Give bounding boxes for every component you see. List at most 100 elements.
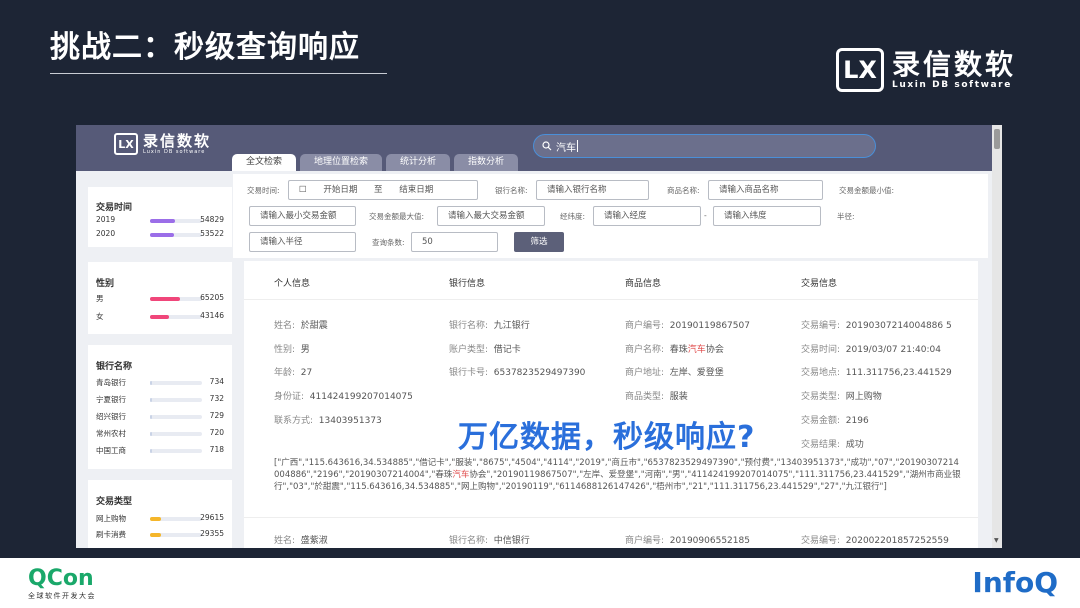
bank-name: 银行名称: 九江银行	[449, 321, 530, 331]
title-divider	[50, 73, 387, 74]
facet-row[interactable]: 2019 54829	[96, 215, 224, 226]
merchant-name: 商户名称: 春珠汽车协会	[625, 345, 724, 355]
facet-row[interactable]: 刷卡消费 29355	[96, 529, 224, 540]
facet-title: 交易时间	[96, 203, 133, 213]
facet-count: 734	[209, 377, 224, 386]
facet-label: 2020	[96, 229, 116, 238]
next-trade-no: 交易编号: 202002201857252559	[801, 536, 949, 546]
product-type: 商品类型: 服装	[625, 392, 688, 402]
radius-label: 半径:	[837, 212, 855, 221]
facet-bar-fill	[150, 432, 153, 436]
facet-bar	[150, 533, 202, 537]
tab-fulltext[interactable]: 全文检索	[232, 154, 297, 171]
product-input[interactable]: 请输入商品名称	[708, 180, 823, 200]
facet-label: 男	[96, 294, 104, 303]
filter-button[interactable]: 筛选	[514, 232, 564, 252]
text-caret	[577, 140, 578, 152]
count-input[interactable]: 50	[411, 232, 498, 252]
date-range-input[interactable]: ☐ 开始日期 至 结束日期	[288, 180, 478, 200]
facet-count: 718	[209, 445, 224, 454]
min-amount-input[interactable]: 请输入最小交易金额	[249, 206, 356, 226]
brand-subtitle: Luxin DB software	[892, 80, 1012, 90]
bank-card-no: 银行卡号: 6537823529497390	[449, 368, 586, 378]
max-amount-input[interactable]: 请输入最大交易金额	[437, 206, 545, 226]
facet-bar	[150, 315, 202, 319]
min-amount-label: 交易金额最小值:	[839, 186, 895, 195]
facet-count: 29615	[200, 513, 224, 522]
search-input[interactable]: 汽车	[533, 134, 876, 158]
scrollbar-thumb[interactable]	[994, 129, 1000, 149]
bank-input[interactable]: 请输入银行名称	[536, 180, 649, 200]
facet-bar-fill	[150, 449, 153, 453]
facet-row[interactable]: 宁夏银行 732	[96, 394, 224, 405]
facet-gender: 性别 男 65205 女 43146	[88, 262, 232, 334]
tab-stats[interactable]: 统计分析	[386, 154, 451, 171]
facet-count: 43146	[200, 311, 224, 320]
facet-bar-fill	[150, 517, 162, 521]
facet-label: 刷卡消费	[96, 530, 126, 539]
filter-panel: 交易时间: ☐ 开始日期 至 结束日期 银行名称: 请输入银行名称 商品名称: …	[233, 174, 988, 258]
search-icon	[542, 141, 552, 151]
start-date: 开始日期	[323, 185, 358, 195]
search-value: 汽车	[556, 142, 576, 154]
facet-row[interactable]: 2020 53522	[96, 229, 224, 240]
app-logo-subtitle: Luxin DB software	[143, 149, 206, 155]
facet-label: 青岛银行	[96, 378, 126, 387]
facet-label: 网上购物	[96, 514, 126, 523]
scroll-down-icon[interactable]: ▼	[994, 537, 999, 544]
facet-bar-fill	[150, 233, 174, 237]
tab-index[interactable]: 指数分析	[454, 154, 519, 171]
facet-row[interactable]: 绍兴银行 729	[96, 411, 224, 422]
app-screenshot: LX 录信数软 Luxin DB software 全文检索 地理位置检索 统计…	[76, 125, 1002, 548]
facet-count: 29355	[200, 529, 224, 538]
calendar-icon: ☐	[299, 185, 307, 195]
app-logo: LX 录信数软 Luxin DB software	[114, 133, 211, 155]
longitude-input[interactable]: 请输入经度	[593, 206, 701, 226]
tab-geo[interactable]: 地理位置检索	[300, 154, 383, 171]
header-bank: 银行信息	[449, 279, 486, 289]
facet-row[interactable]: 中国工商 718	[96, 445, 224, 456]
facet-bar-fill	[150, 297, 181, 301]
trade-time: 交易时间: 2019/03/07 21:40:04	[801, 345, 941, 355]
qcon-subtitle: 全球软件开发大会	[28, 592, 96, 600]
qcon-logo: QCon 全球软件开发大会	[28, 566, 96, 601]
next-merchant-code: 商户编号: 20190906552185	[625, 536, 750, 546]
raw-record: ["广西","115.643616,34.534885","借记卡","服装",…	[274, 458, 961, 492]
trade-no: 交易编号: 20190307214004886 5	[801, 321, 952, 331]
count-label: 查询条数:	[372, 238, 405, 247]
facet-count: 54829	[200, 215, 224, 224]
slide-overlay-caption: 万亿数据，秒级响应?	[458, 420, 756, 455]
person-age: 年龄: 27	[274, 368, 313, 378]
next-person-name: 姓名: 盛紫淑	[274, 536, 328, 546]
facet-bar-fill	[150, 315, 169, 319]
facet-bar	[150, 398, 202, 402]
facet-trade-type: 交易类型 网上购物 29615 刷卡消费 29355	[88, 480, 232, 548]
facet-bar	[150, 381, 202, 385]
facet-label: 宁夏银行	[96, 395, 126, 404]
facet-row[interactable]: 女 43146	[96, 311, 224, 322]
latitude-input[interactable]: 请输入纬度	[713, 206, 821, 226]
page-scrollbar[interactable]: ▼	[992, 125, 1002, 548]
facet-row[interactable]: 常州农村 720	[96, 428, 224, 439]
app-header: LX 录信数软 Luxin DB software 全文检索 地理位置检索 统计…	[76, 125, 992, 171]
facet-bar	[150, 415, 202, 419]
trade-result: 交易结果: 成功	[801, 440, 864, 450]
facet-label: 常州农村	[96, 429, 126, 438]
facet-bank: 银行名称 青岛银行 734 宁夏银行 732 绍兴银行 729 常州农村 720 中国工…	[88, 345, 232, 469]
facet-count: 729	[209, 411, 224, 420]
facet-row[interactable]: 男 65205	[96, 293, 224, 304]
qcon-wordmark: QCon	[28, 566, 94, 591]
facet-row[interactable]: 网上购物 29615	[96, 513, 224, 524]
facet-bar-fill	[150, 381, 153, 385]
facet-row[interactable]: 青岛银行 734	[96, 377, 224, 388]
header-product: 商品信息	[625, 279, 662, 289]
facet-count: 732	[209, 394, 224, 403]
merchant-code: 商户编号: 20190119867507	[625, 321, 750, 331]
tab-bar: 全文检索 地理位置检索 统计分析 指数分析	[232, 154, 522, 171]
radius-input[interactable]: 请输入半径	[249, 232, 356, 252]
person-name: 姓名: 於甜震	[274, 321, 328, 331]
result-panel: 个人信息 银行信息 商品信息 交易信息 姓名: 於甜震 性别: 男 年龄: 27…	[244, 261, 978, 548]
latlng-label: 经纬度:	[560, 212, 586, 221]
facet-trade-time: 交易时间 2019 54829 2020 53522	[88, 187, 232, 247]
facet-title: 性别	[96, 279, 115, 289]
